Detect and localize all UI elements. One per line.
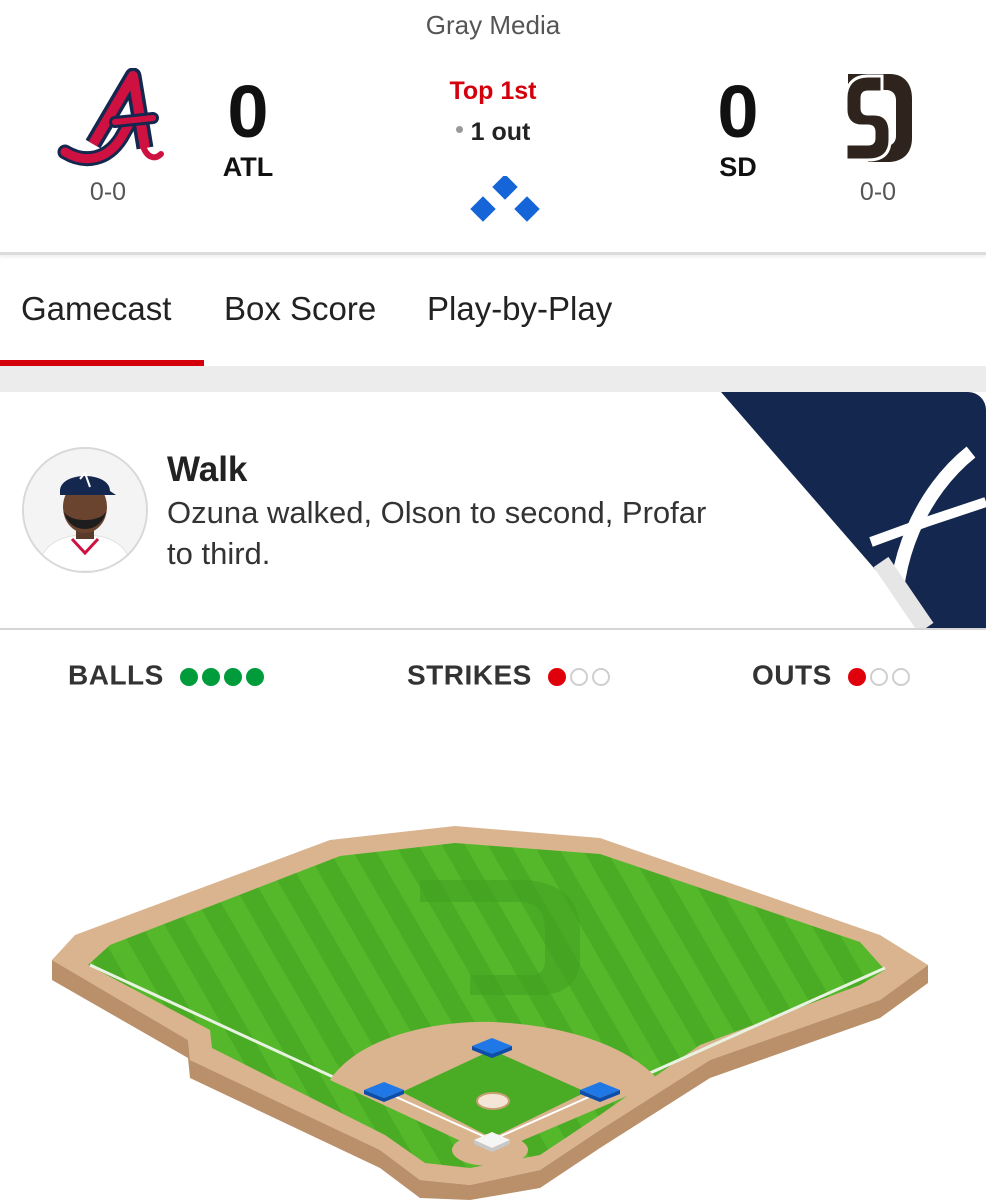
balls-count: BALLS: [68, 658, 268, 692]
strikes-indicator-dot: [592, 668, 611, 687]
play-description: Ozuna walked, Olson to second, Profar to…: [167, 495, 707, 571]
home-score: 0: [717, 70, 759, 153]
balls-indicator-dot: [224, 668, 243, 687]
baseball-field-diagram: [52, 826, 928, 1200]
outs-label: OUTS: [752, 659, 832, 691]
home-record: 0-0: [859, 178, 897, 206]
bases-diamond-icon: [470, 176, 540, 222]
home-team-abbr[interactable]: SD: [688, 152, 788, 183]
tab-gamecast[interactable]: Gamecast: [21, 290, 171, 328]
inning-status: Top 1st: [449, 77, 537, 105]
header-divider: [0, 252, 986, 255]
balls-indicator-dot: [202, 668, 221, 687]
outs-dots: [848, 660, 914, 692]
tab-play-by-play[interactable]: Play-by-Play: [427, 290, 612, 328]
bullet-icon: [455, 125, 463, 133]
balls-indicator-dot: [246, 668, 265, 687]
balls-dots: [180, 660, 268, 692]
braves-a-logo-icon[interactable]: [55, 68, 165, 168]
strikes-count: STRIKES: [407, 658, 614, 692]
away-team-abbr[interactable]: ATL: [198, 152, 298, 183]
pitchers-mound: [476, 1092, 510, 1110]
away-record: 0-0: [89, 178, 127, 206]
outs-indicator-dot: [870, 668, 889, 687]
tab-box-score[interactable]: Box Score: [224, 290, 376, 328]
tabs-separator: [0, 366, 986, 392]
outs-indicator-dot: [848, 668, 867, 687]
outs-indicator-dot: [892, 668, 911, 687]
team-corner-graphic-icon: [721, 392, 986, 628]
outs-count: OUTS: [752, 658, 914, 692]
player-headshot-icon: [22, 447, 148, 573]
broadcast-network: Gray Media: [425, 10, 561, 40]
last-play-card[interactable]: Walk Ozuna walked, Olson to second, Prof…: [0, 392, 986, 628]
away-score: 0: [227, 70, 269, 153]
outs-text: 1 out: [470, 118, 531, 146]
padres-sd-logo-icon[interactable]: [838, 68, 918, 168]
strikes-dots: [548, 660, 614, 692]
card-divider: [0, 628, 986, 630]
strikes-label: STRIKES: [407, 659, 532, 691]
play-title: Walk: [167, 450, 248, 489]
strikes-indicator-dot: [570, 668, 589, 687]
balls-indicator-dot: [180, 668, 199, 687]
outs-status: 1 out: [393, 118, 593, 147]
strikes-indicator-dot: [548, 668, 567, 687]
balls-label: BALLS: [68, 659, 164, 691]
